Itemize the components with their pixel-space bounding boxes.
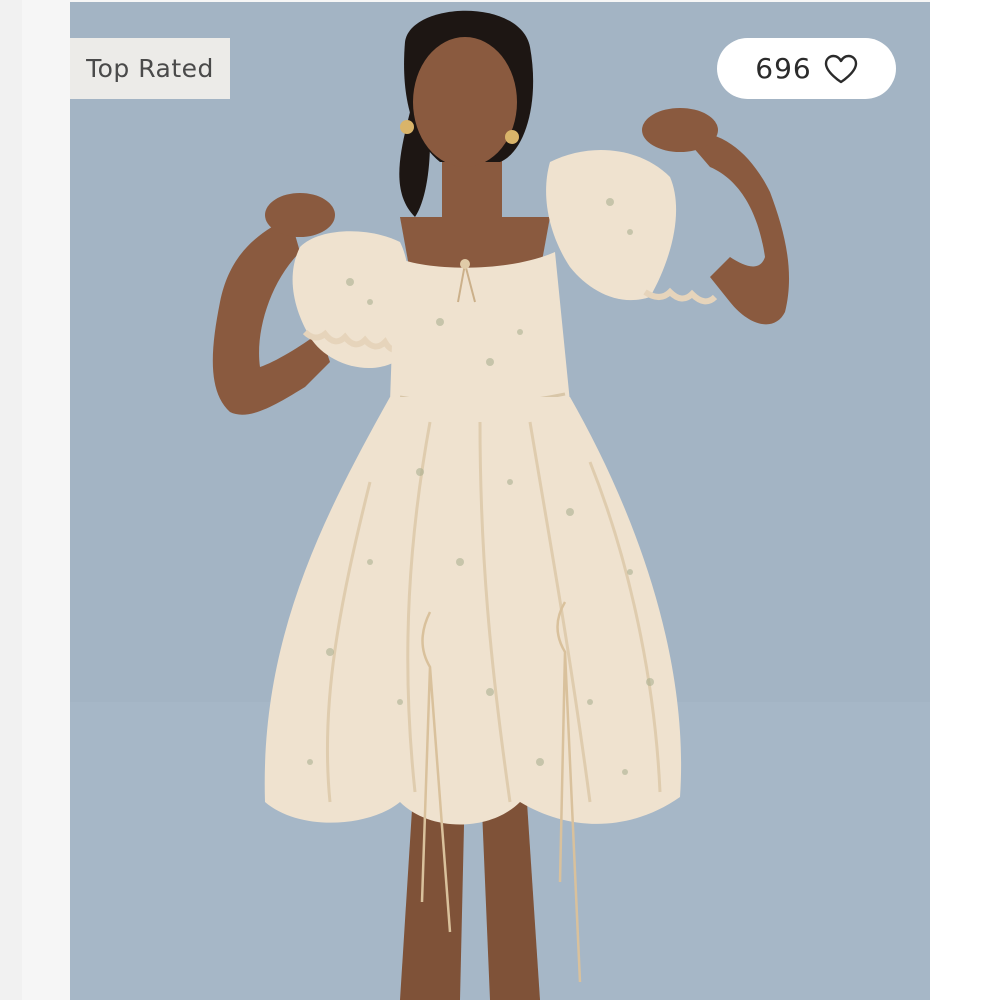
favorite-count: 696 [755, 52, 812, 85]
heart-outline-icon [824, 54, 857, 83]
product-page: Top Rated 696 [0, 0, 1000, 1000]
right-gutter [930, 0, 1000, 1000]
top-rated-badge: Top Rated [70, 38, 230, 99]
product-photo[interactable] [70, 2, 930, 1000]
top-rated-label: Top Rated [86, 54, 214, 83]
left-gutter [0, 0, 22, 1000]
product-image-card[interactable] [70, 2, 930, 1000]
favorite-button[interactable]: 696 [717, 38, 896, 99]
